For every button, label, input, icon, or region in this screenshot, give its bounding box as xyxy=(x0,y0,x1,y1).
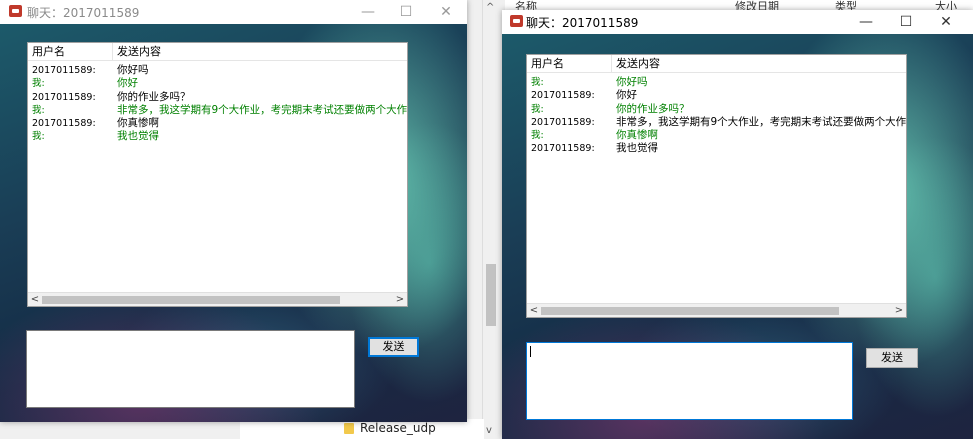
message-row[interactable]: 我: 你好吗 xyxy=(527,76,906,89)
message-user: 2017011589: xyxy=(531,116,595,128)
explorer-vertical-scrollbar[interactable]: ^ v xyxy=(482,0,498,439)
chat-app-icon xyxy=(9,5,22,17)
scroll-left-arrow-icon[interactable]: < xyxy=(28,293,42,306)
chat-window-right: 聊天：2017011589 — ☐ ✕ 用户名 发送内容 我: 你好吗 201701… xyxy=(502,10,973,439)
folder-icon xyxy=(344,423,354,434)
client-area: 用户名 发送内容 我: 你好吗 2017011589: 你好 我: 你的作业多吗？ 2017… xyxy=(502,34,973,439)
message-text: 我也觉得 xyxy=(616,142,658,155)
chat-window-left: 聊天：2017011589 — ☐ ✕ 用户名 发送内容 2017011589:… xyxy=(0,0,467,422)
scroll-right-arrow-icon[interactable]: > xyxy=(393,293,407,306)
scrollbar-thumb[interactable] xyxy=(541,307,839,315)
column-header-user[interactable]: 用户名 xyxy=(527,55,612,73)
column-header-message[interactable]: 发送内容 xyxy=(612,55,660,73)
message-row[interactable]: 2017011589: 我也觉得 xyxy=(527,142,906,155)
message-row[interactable]: 我: 我也觉得 xyxy=(28,130,407,143)
horizontal-scrollbar[interactable]: < > xyxy=(527,303,906,317)
message-list[interactable]: 用户名 发送内容 我: 你好吗 2017011589: 你好 我: 你的作业多吗？ 2017… xyxy=(526,54,907,318)
message-row[interactable]: 我: 你好 xyxy=(28,77,407,90)
file-item-label: Release_udp xyxy=(360,421,436,435)
message-text: 你的作业多吗？ xyxy=(117,90,191,103)
message-row[interactable]: 我: 你的作业多吗？ xyxy=(527,103,906,116)
message-text: 你的作业多吗？ xyxy=(616,102,690,115)
message-row[interactable]: 我: 你真惨啊 xyxy=(527,129,906,142)
message-text: 你好吗 xyxy=(117,64,149,76)
message-input[interactable] xyxy=(26,330,355,408)
title-bar[interactable]: 聊天：2017011589 — ☐ ✕ xyxy=(0,0,467,24)
message-user: 我: xyxy=(32,78,45,90)
scroll-down-arrow-icon[interactable]: v xyxy=(486,425,492,436)
message-user: 我: xyxy=(531,77,544,88)
client-area: 用户名 发送内容 2017011589: 你好吗我: 你好 2017011589: 你的… xyxy=(0,24,467,422)
message-user: 2017011589: xyxy=(531,143,595,155)
message-user: 我: xyxy=(531,103,544,115)
scroll-right-arrow-icon[interactable]: > xyxy=(892,304,906,317)
desktop: 名称 修改日期 类型 大小 0 5 ^ v Release_udp 聊天：201… xyxy=(0,0,973,439)
message-row[interactable]: 2017011589: 你的作业多吗？ xyxy=(28,91,407,104)
chat-app-icon xyxy=(510,15,523,27)
message-input[interactable] xyxy=(526,342,853,420)
message-row[interactable]: 2017011589: 你好吗 xyxy=(28,64,407,77)
message-user: 2017011589: xyxy=(32,65,96,76)
message-row[interactable]: 我: 非常多，我这学期有9个大作业，考完期末考试还要做两个大作业 xyxy=(28,104,407,117)
window-title: 聊天：2017011589 xyxy=(27,6,140,20)
message-text: 非常多，我这学期有9个大作业，考完期末考试还要做两个大作业 xyxy=(117,103,408,116)
close-button[interactable]: ✕ xyxy=(923,10,969,34)
list-header: 用户名 发送内容 xyxy=(28,43,407,61)
title-bar[interactable]: 聊天：2017011589 — ☐ ✕ xyxy=(502,10,973,34)
message-text: 我也觉得 xyxy=(117,130,159,143)
column-header-message[interactable]: 发送内容 xyxy=(113,43,161,61)
explorer-file-item[interactable]: Release_udp xyxy=(240,419,484,439)
close-button[interactable]: ✕ xyxy=(423,0,467,24)
message-rows: 我: 你好吗 2017011589: 你好 我: 你的作业多吗？ 2017011589: 非常… xyxy=(527,76,906,156)
scroll-up-arrow-icon[interactable]: ^ xyxy=(486,2,494,13)
scroll-left-arrow-icon[interactable]: < xyxy=(527,304,541,317)
send-button[interactable]: 发送 xyxy=(866,348,918,368)
message-rows: 2017011589: 你好吗我: 你好 2017011589: 你的作业多吗？ 我: 非常… xyxy=(28,64,407,144)
message-text: 你真惨啊 xyxy=(616,129,658,142)
message-text: 你好 xyxy=(117,77,138,90)
message-user: 2017011589: xyxy=(32,118,96,130)
message-row[interactable]: 2017011589: 非常多，我这学期有9个大作业，考完期末考试还要做两个大作业 xyxy=(527,116,906,129)
message-row[interactable]: 2017011589: 你好 xyxy=(527,89,906,102)
send-button[interactable]: 发送 xyxy=(368,337,419,357)
text-caret xyxy=(530,346,531,357)
horizontal-scrollbar[interactable]: < > xyxy=(28,292,407,306)
message-text: 你好 xyxy=(616,89,637,102)
message-user: 我: xyxy=(531,130,544,142)
list-header: 用户名 发送内容 xyxy=(527,55,906,73)
message-user: 我: xyxy=(32,131,45,143)
message-text: 非常多，我这学期有9个大作业，考完期末考试还要做两个大作业 xyxy=(616,115,907,128)
message-user: 2017011589: xyxy=(32,91,96,103)
window-title: 聊天：2017011589 xyxy=(526,16,639,30)
scrollbar-thumb[interactable] xyxy=(42,296,340,304)
column-header-user[interactable]: 用户名 xyxy=(28,43,113,61)
message-list[interactable]: 用户名 发送内容 2017011589: 你好吗我: 你好 2017011589: 你的… xyxy=(27,42,408,307)
message-row[interactable]: 2017011589: 你真惨啊 xyxy=(28,117,407,130)
message-user: 2017011589: xyxy=(531,90,595,102)
message-user: 我: xyxy=(32,104,45,116)
message-text: 你真惨啊 xyxy=(117,117,159,130)
scrollbar-thumb[interactable] xyxy=(486,264,496,326)
message-text: 你好吗 xyxy=(616,76,648,88)
